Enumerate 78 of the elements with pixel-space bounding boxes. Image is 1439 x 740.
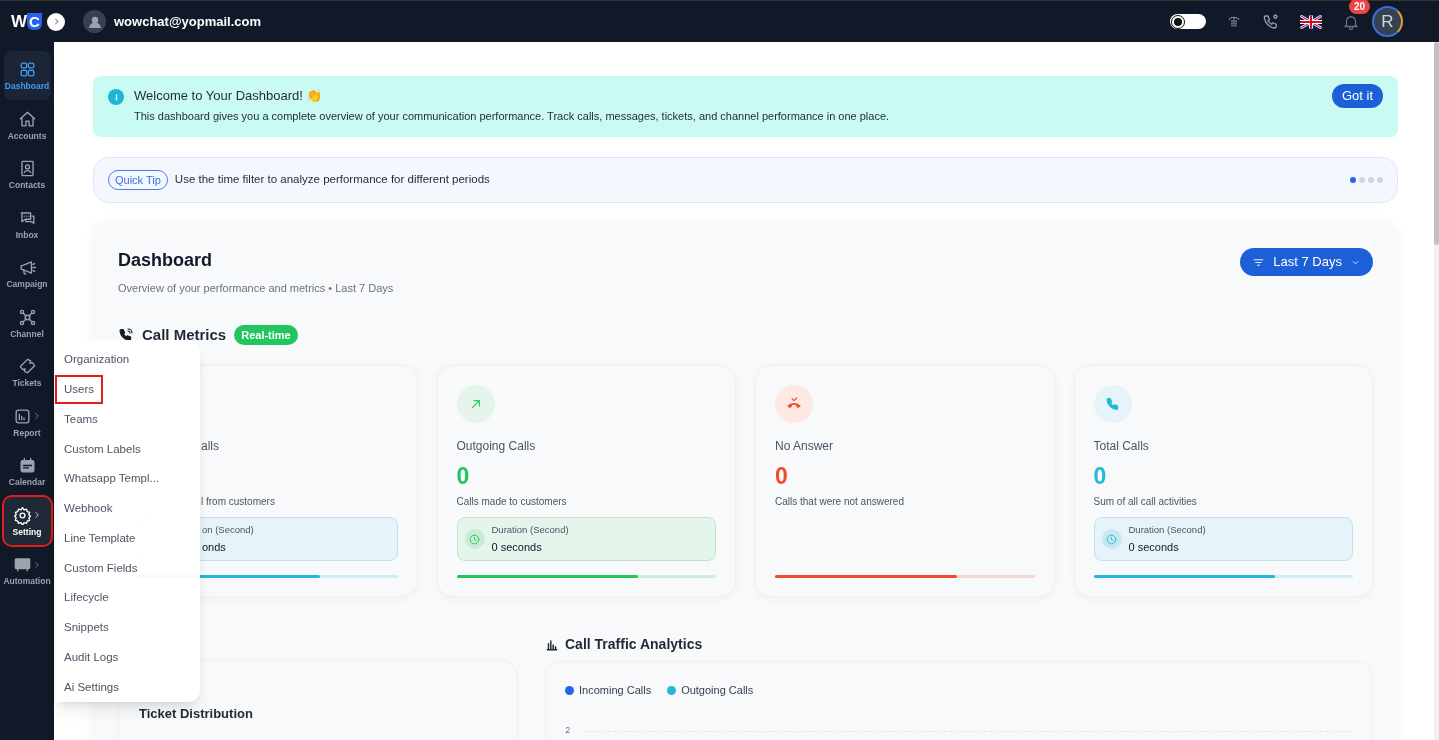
sidebar-item[interactable]: Inbox [3,199,51,248]
tip-text: Use the time filter to analyze performance for different periods [174,172,490,188]
menu-item[interactable]: Line Template [57,525,143,551]
metric-description: Sum of all call activities [1093,495,1198,509]
metric-description: Calls made to customers [456,495,568,509]
page-title: Dashboard [118,249,214,272]
duration-label: Duration (Second) [1128,522,1206,537]
metric-description: l from customers [200,495,276,509]
sidebar-item[interactable]: Setting [3,496,51,545]
sidebar-item[interactable]: Channel [3,298,51,347]
user-email: wowchat@yopmail.com [114,12,262,31]
theme-toggle[interactable] [1170,14,1206,29]
page-subtitle: Overview of your performance and metrics • Last 7 Days [118,281,394,296]
phone-contact-icon[interactable] [1262,12,1280,31]
clock-icon [1105,532,1118,546]
menu-item[interactable]: Snippets [57,615,116,641]
duration-label: Duration (Second) [491,522,569,537]
sidebar-toggle-button[interactable] [47,12,65,31]
menu-item[interactable]: Ai Settings [57,674,126,700]
monitor-icon [12,555,32,574]
home-icon [17,109,37,129]
sidebar-item[interactable]: Accounts [3,100,51,149]
sidebar-item[interactable]: Campaign [3,249,51,298]
info-icon [108,89,124,105]
network-icon [17,307,37,327]
settings-icon [12,505,32,525]
menu-item[interactable]: Custom Labels [57,436,148,462]
section-title: Call Traffic Analytics [565,635,703,654]
duration-label: on (Second) [202,522,254,537]
metric-title: Outgoing Calls [456,438,537,454]
sidebar-item[interactable]: Calendar [3,447,51,496]
calendar-icon [17,456,37,475]
menu-item[interactable]: Webhook [57,496,120,522]
megaphone-icon [17,258,37,277]
phone-icon [1104,396,1121,412]
phone-icon [118,326,134,343]
menu-item[interactable]: Audit Logs [57,644,126,670]
menu-item[interactable]: Organization [57,347,137,373]
time-filter-button[interactable]: Last 7 Days [1240,248,1373,276]
metric-description: Calls that were not answered [775,495,905,509]
menu-item[interactable]: Lifecycle [57,585,116,611]
notification-count: 20 [1348,0,1370,14]
scrollbar[interactable] [1434,42,1439,740]
duration-value: 0 seconds [1128,539,1180,555]
banner-title: Welcome to Your Dashboard! 👏 [134,88,324,104]
metric-title: Total Calls [1093,438,1150,454]
chart-icon [12,406,32,426]
got-it-button[interactable]: Got it [1331,84,1383,108]
duration-value: 0 seconds [491,539,543,555]
menu-item[interactable]: Whatsapp Templ... [57,466,167,492]
metric-title: No Answer [775,438,835,454]
sidebar-item[interactable]: Tickets [3,348,51,397]
clock-icon [468,532,481,546]
menu-item[interactable]: Teams [57,406,105,432]
legend-label: Outgoing Calls [681,683,754,698]
uk-flag-icon[interactable] [1300,14,1322,29]
sidebar-item[interactable]: Contacts [3,150,51,199]
menu-item[interactable]: Custom Fields [57,555,145,581]
sidebar-item[interactable]: Automation [3,546,51,595]
metric-value: 0 [1093,462,1108,490]
user-avatar-icon [83,10,106,33]
banner-text: This dashboard gives you a complete overview of your communication performance. Track calls, messages, tickets, and channel performance in one place. [134,109,890,123]
menu-item[interactable]: Users [57,377,102,403]
section-title: Call Metrics [142,324,227,345]
ticket-icon [17,357,37,376]
legend-label: Incoming Calls [579,683,652,698]
duration-value: onds [202,539,227,555]
logo[interactable]: WC [11,10,51,33]
dashboard-grid-icon [17,60,37,79]
metric-value: 0 [775,462,789,490]
sidebar-item[interactable]: Report [3,397,51,446]
sidebar-item[interactable]: Dashboard [3,51,51,100]
realtime-badge: Real-time [234,324,298,345]
profile-avatar[interactable]: R [1372,6,1403,37]
bar-chart-icon [545,637,559,652]
card-title: Ticket Distribution [139,706,253,721]
metric-value: 0 [456,462,471,490]
axis-tick-label: 2 [565,724,572,738]
